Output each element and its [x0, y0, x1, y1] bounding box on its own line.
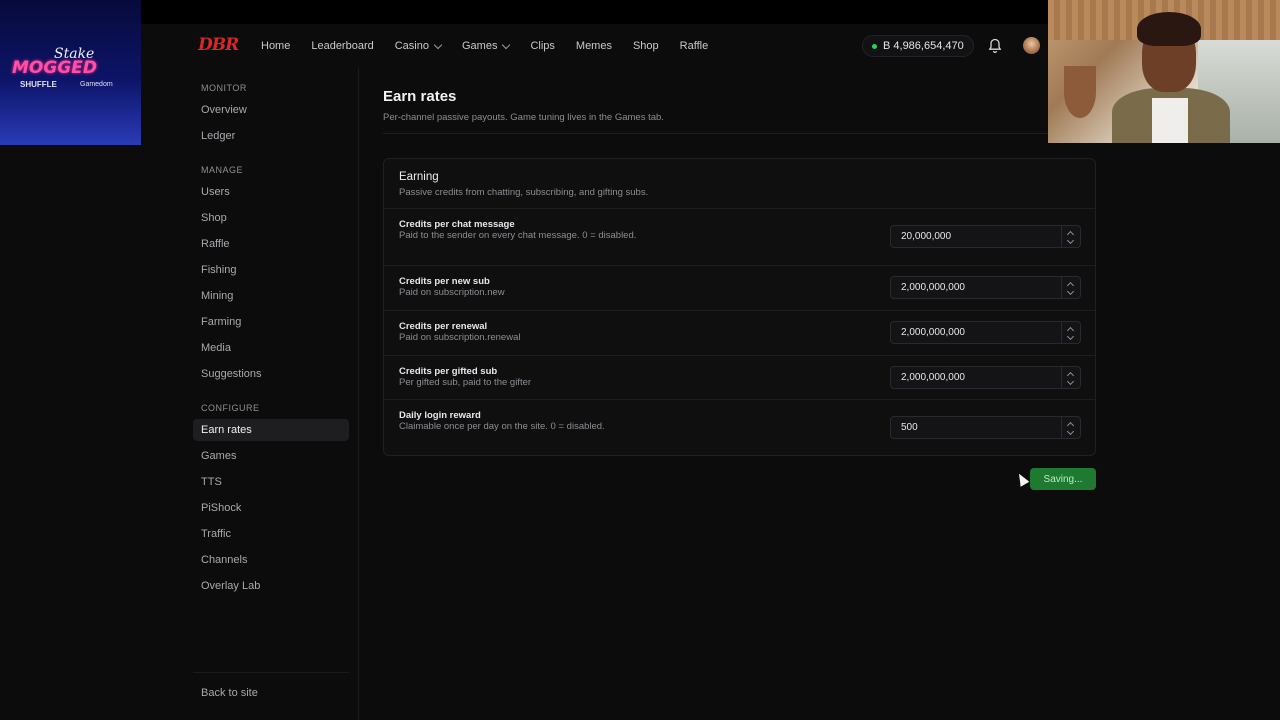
- row-divider: [384, 399, 1095, 400]
- mouse-cursor-icon: [1014, 471, 1030, 487]
- sidebar-item-overview[interactable]: Overview: [193, 99, 349, 121]
- nav-clips[interactable]: Clips: [530, 40, 554, 52]
- sidebar-item-media[interactable]: Media: [193, 337, 349, 359]
- card-subtitle: Passive credits from chatting, subscribi…: [399, 187, 649, 198]
- nav-label: Memes: [575, 40, 612, 52]
- sidebar-item-farming[interactable]: Farming: [193, 311, 349, 333]
- sidebar-item-ledger[interactable]: Ledger: [193, 125, 349, 147]
- row-divider: [384, 265, 1095, 266]
- back-to-site-link[interactable]: Back to site: [193, 682, 349, 704]
- webcam-overlay: [1048, 0, 1280, 143]
- sidebar-item-pishock[interactable]: PiShock: [193, 497, 349, 519]
- sidebar-divider: [193, 672, 349, 673]
- input-value: 500: [901, 422, 918, 433]
- number-stepper[interactable]: [1061, 367, 1080, 388]
- card-title: Earning: [399, 171, 439, 183]
- nav-raffle[interactable]: Raffle: [680, 40, 709, 52]
- chevron-down-icon[interactable]: [1066, 236, 1075, 245]
- input-value: 20,000,000: [901, 231, 952, 242]
- section-monitor: MONITOR: [201, 83, 247, 93]
- nav-label: Home: [261, 40, 291, 52]
- setting-description: Per gifted sub, paid to the gifter: [399, 377, 532, 388]
- gifted-sub-credits-input[interactable]: 2,000,000,000: [890, 366, 1081, 389]
- section-configure: CONFIGURE: [201, 403, 260, 413]
- chevron-down-icon[interactable]: [1066, 287, 1075, 296]
- section-manage: MANAGE: [201, 165, 244, 175]
- setting-description: Paid to the sender on every chat message…: [399, 230, 637, 241]
- sidebar-item-overlay-lab[interactable]: Overlay Lab: [193, 575, 349, 597]
- nav-memes[interactable]: Memes: [576, 40, 612, 52]
- nav-shop[interactable]: Shop: [633, 40, 659, 52]
- nav-home[interactable]: Home: [261, 40, 290, 52]
- setting-label: Credits per chat message: [399, 219, 515, 230]
- main-nav: Home Leaderboard Casino Games Clips Meme…: [261, 24, 729, 68]
- setting-label: Credits per new sub: [399, 276, 490, 287]
- setting-description: Paid on subscription.new: [399, 287, 505, 298]
- setting-label: Credits per gifted sub: [399, 366, 498, 377]
- sidebar-item-games[interactable]: Games: [193, 445, 349, 467]
- status-dot-icon: [872, 43, 877, 49]
- number-stepper[interactable]: [1061, 417, 1080, 438]
- chevron-down-icon: [502, 40, 511, 49]
- nav-casino[interactable]: Casino: [394, 40, 443, 52]
- sidebar-item-earn-rates[interactable]: Earn rates: [193, 419, 349, 441]
- setting-label: Credits per renewal: [399, 321, 488, 332]
- nav-label: Raffle: [679, 40, 709, 52]
- webcam-person-hair: [1137, 12, 1201, 46]
- admin-sidebar: [0, 68, 359, 720]
- nav-label: Leaderboard: [311, 40, 374, 52]
- nav-label: Clips: [530, 40, 555, 52]
- row-divider: [384, 208, 1095, 209]
- input-value: 2,000,000,000: [901, 282, 965, 293]
- nav-label: Casino: [394, 40, 429, 52]
- input-value: 2,000,000,000: [901, 372, 965, 383]
- sidebar-item-users[interactable]: Users: [193, 181, 349, 203]
- setting-label: Daily login reward: [399, 410, 481, 421]
- sidebar-item-channels[interactable]: Channels: [193, 549, 349, 571]
- site-logo[interactable]: DBR: [198, 35, 239, 55]
- nav-games[interactable]: Games: [461, 40, 511, 52]
- chevron-down-icon: [433, 40, 443, 49]
- number-stepper[interactable]: [1061, 226, 1080, 247]
- chat-message-credits-input[interactable]: 20,000,000: [890, 225, 1081, 248]
- chevron-down-icon[interactable]: [1066, 332, 1075, 341]
- chevron-down-icon[interactable]: [1066, 377, 1075, 386]
- page-subtitle: Per-channel passive payouts. Game tuning…: [383, 112, 664, 123]
- nav-label: Shop: [632, 40, 659, 52]
- chevron-down-icon[interactable]: [1066, 427, 1075, 436]
- bell-icon[interactable]: [988, 38, 1002, 54]
- setting-description: Claimable once per day on the site. 0 = …: [399, 421, 605, 432]
- webcam-decor: [1064, 66, 1096, 118]
- sidebar-item-raffle[interactable]: Raffle: [193, 233, 349, 255]
- new-sub-credits-input[interactable]: 2,000,000,000: [890, 276, 1081, 299]
- page-title: Earn rates: [383, 88, 457, 105]
- nav-label: Games: [461, 40, 498, 52]
- sidebar-item-tts[interactable]: TTS: [193, 471, 349, 493]
- sidebar-item-suggestions[interactable]: Suggestions: [193, 363, 349, 385]
- number-stepper[interactable]: [1061, 277, 1080, 298]
- title-divider: [383, 133, 1048, 134]
- nav-leaderboard[interactable]: Leaderboard: [311, 40, 373, 52]
- input-value: 2,000,000,000: [901, 327, 965, 338]
- number-stepper[interactable]: [1061, 322, 1080, 343]
- webcam-person-shirt: [1152, 98, 1188, 143]
- balance-badge[interactable]: B 4,986,654,470: [862, 35, 974, 57]
- earning-card: Earning Passive credits from chatting, s…: [383, 158, 1096, 456]
- sidebar-item-mining[interactable]: Mining: [193, 285, 349, 307]
- row-divider: [384, 310, 1095, 311]
- sidebar-item-shop[interactable]: Shop: [193, 207, 349, 229]
- renewal-credits-input[interactable]: 2,000,000,000: [890, 321, 1081, 344]
- daily-login-reward-input[interactable]: 500: [890, 416, 1081, 439]
- balance-value: B 4,986,654,470: [883, 40, 964, 52]
- setting-description: Paid on subscription.renewal: [399, 332, 521, 343]
- row-divider: [384, 355, 1095, 356]
- user-avatar[interactable]: [1023, 37, 1040, 54]
- sidebar-item-traffic[interactable]: Traffic: [193, 523, 349, 545]
- sidebar-item-fishing[interactable]: Fishing: [193, 259, 349, 281]
- save-button[interactable]: Saving...: [1030, 468, 1096, 490]
